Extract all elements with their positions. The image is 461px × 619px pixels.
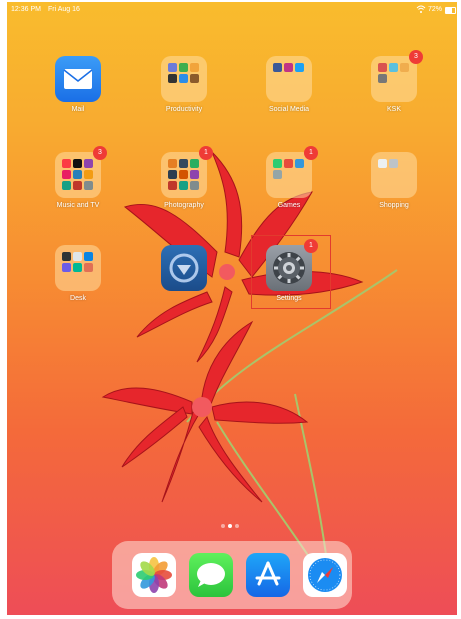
app-label: Music and TV <box>56 202 100 209</box>
folder-ksk[interactable]: 3 KSK <box>349 50 439 136</box>
folder-social-media[interactable]: Social Media <box>244 56 334 136</box>
wifi-icon <box>416 5 426 13</box>
folder-icon[interactable] <box>55 152 101 198</box>
folder-icon[interactable] <box>161 152 207 198</box>
folder-games[interactable]: 1 Games <box>244 146 334 232</box>
notification-badge: 1 <box>199 146 213 160</box>
selection-highlight <box>251 235 331 309</box>
app-store-icon[interactable] <box>246 553 290 597</box>
folder-icon[interactable] <box>371 152 417 198</box>
page-dot[interactable] <box>221 524 225 528</box>
messages-icon[interactable] <box>189 553 233 597</box>
folder-photography[interactable]: 1 Photography <box>139 146 229 232</box>
blurred-app-icon[interactable] <box>161 245 207 291</box>
home-screen: 12:36 PM Fri Aug 16 72% Mail Productivit… <box>7 2 457 615</box>
folder-icon[interactable] <box>371 56 417 102</box>
app-label: Desk <box>70 295 86 302</box>
dock <box>112 541 352 609</box>
app-label: Social Media <box>268 106 310 113</box>
app-label: Photography <box>164 202 204 209</box>
folder-shopping[interactable]: Shopping <box>349 152 439 232</box>
app-blurred[interactable] <box>139 245 229 325</box>
app-label: Mail <box>71 106 85 113</box>
folder-music-and-tv[interactable]: 3 Music and TV <box>33 146 123 232</box>
app-label: Games <box>277 202 301 209</box>
app-mail[interactable]: Mail <box>33 56 123 136</box>
folder-desk[interactable]: Desk <box>33 245 123 325</box>
folder-icon[interactable] <box>55 245 101 291</box>
page-dot[interactable] <box>235 524 239 528</box>
battery-icon <box>445 7 456 14</box>
folder-icon[interactable] <box>266 56 312 102</box>
notification-badge: 3 <box>409 50 423 64</box>
status-time: 12:36 PM <box>11 6 41 13</box>
page-dot-active[interactable] <box>228 524 232 528</box>
status-date: Fri Aug 16 <box>48 6 80 13</box>
app-label: Productivity <box>165 106 203 113</box>
battery-percent: 72% <box>428 6 443 13</box>
notification-badge: 3 <box>93 146 107 160</box>
app-label: KSK <box>386 106 401 113</box>
mail-icon[interactable] <box>55 56 101 102</box>
folder-icon[interactable] <box>161 56 207 102</box>
safari-icon[interactable] <box>303 553 347 597</box>
folder-icon[interactable] <box>266 152 312 198</box>
photos-icon[interactable] <box>132 553 176 597</box>
page-indicator[interactable] <box>221 524 245 528</box>
status-bar: 12:36 PM Fri Aug 16 72% <box>7 5 457 17</box>
notification-badge: 1 <box>304 146 318 160</box>
folder-productivity[interactable]: Productivity <box>139 56 229 136</box>
app-label: Shopping <box>379 202 409 209</box>
